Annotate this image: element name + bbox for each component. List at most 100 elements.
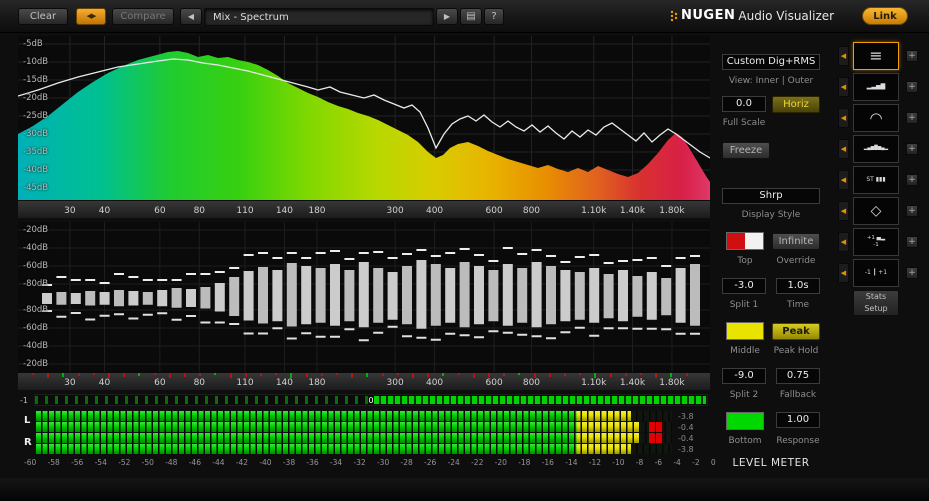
freq-axis-label: 600: [485, 206, 503, 216]
override-label: Override: [776, 256, 816, 266]
help-button[interactable]: ?: [484, 8, 504, 25]
compare-button[interactable]: Compare: [112, 8, 174, 25]
meter-peak-block: [649, 422, 664, 432]
slot-expand-arrow[interactable]: ◀: [838, 170, 849, 190]
slot-add-button[interactable]: +: [906, 267, 918, 279]
display-style-select[interactable]: Shrp: [722, 188, 820, 204]
slot-expand-arrow[interactable]: ◀: [838, 46, 849, 66]
freq-axis-label: 80: [193, 378, 206, 388]
meter-peak-block: [649, 433, 664, 443]
slot-add-button[interactable]: +: [906, 50, 918, 62]
stats-setup-button[interactable]: Stats Setup: [853, 290, 899, 316]
override-button[interactable]: Infinite: [772, 233, 820, 250]
slot-expand-arrow[interactable]: ◀: [838, 201, 849, 221]
bottom-color-swatch[interactable]: [726, 412, 764, 430]
clip-tick: [184, 373, 186, 377]
peak-button[interactable]: Peak: [772, 323, 820, 340]
clip-tick: [503, 373, 506, 376]
split1-value[interactable]: -3.0: [722, 278, 766, 294]
meter-scale-label: -58: [47, 458, 60, 467]
input-mode-select[interactable]: Custom Dig+RMS: [722, 54, 820, 70]
slot-expand-arrow[interactable]: ◀: [838, 232, 849, 252]
clip-tick: [229, 373, 232, 378]
meter-scale-label: -4: [673, 458, 681, 467]
spectrogram-lines-icon: ≡: [869, 46, 883, 65]
clip-tick: [123, 373, 126, 377]
horiz-button[interactable]: Horiz: [772, 96, 820, 113]
slot-bar-spectrum-button[interactable]: ▂▃▅▇: [853, 73, 899, 101]
slot-correlation-history-button[interactable]: +1 ▄▂ -1: [853, 228, 899, 256]
spectrum-analyzer-chart: [18, 36, 710, 200]
meter-bars: [36, 411, 672, 455]
clip-tick: [472, 373, 475, 378]
slot-expand-arrow[interactable]: ◀: [838, 139, 849, 159]
middle-color-swatch[interactable]: [726, 322, 764, 340]
slot-correlation-meter-button[interactable]: -1 ┃ +1: [853, 259, 899, 287]
preset-menu-button[interactable]: ▤: [460, 8, 482, 25]
toolbar: Clear ◀▶ Compare ◀ Mix - Spectrum ▶ ▤ ? …: [0, 0, 929, 33]
slot-vectorscope-button[interactable]: ◇: [853, 197, 899, 225]
slot-add-button[interactable]: +: [906, 205, 918, 217]
preset-next-button[interactable]: ▶: [436, 8, 458, 25]
slot-add-button[interactable]: +: [906, 236, 918, 248]
view-mode-toggle[interactable]: View: Inner | Outer: [718, 76, 824, 86]
meter-readout: -3.8: [678, 412, 694, 421]
response-value[interactable]: 1.00: [776, 412, 820, 428]
clip-tick: [442, 373, 445, 376]
db-axis-label: -60dB: [23, 323, 49, 333]
meter-readout: -3.8: [678, 445, 694, 454]
slot-add-button[interactable]: +: [906, 143, 918, 155]
brand-name: NUGEN: [681, 8, 736, 23]
meter-scale-label: -6: [654, 458, 663, 467]
db-axis-label: -80dB: [23, 305, 49, 315]
display-slot-row: ◀ ▂▃▅▇ +: [836, 73, 928, 101]
swap-arrows-button[interactable]: ◀▶: [76, 8, 106, 25]
display-slot-row: ◀ +1 ▄▂ -1 +: [836, 228, 928, 256]
clear-button[interactable]: Clear: [18, 8, 68, 25]
slot-expand-arrow[interactable]: ◀: [838, 108, 849, 128]
top-color-swatch[interactable]: [726, 232, 764, 250]
slot-stereo-spectrum-button[interactable]: ST ▮▮▮: [853, 166, 899, 194]
meter-scale-label: -36: [306, 458, 319, 467]
meter-scale-label: -42: [235, 458, 249, 467]
display-slots-sidebar: Stats Setup ◀ ≡ + ◀ ▂▃▅▇ + ◀ ◠ + ◀ ▂▄▆█▆▄▂ + ◀ ST ▮▮▮…: [836, 36, 928, 496]
preset-prev-button[interactable]: ◀: [180, 8, 202, 25]
clip-tick: [381, 373, 384, 376]
slot-spectrum-curve-button[interactable]: ◠: [853, 104, 899, 132]
split2-value[interactable]: -9.0: [722, 368, 766, 384]
freq-axis-label: 140: [275, 378, 293, 388]
slot-spectrogram-button[interactable]: ≡: [853, 42, 899, 70]
fallback-value[interactable]: 0.75: [776, 368, 820, 384]
clip-tick: [564, 373, 566, 376]
meter-scale-label: -50: [141, 458, 154, 467]
link-button[interactable]: Link: [862, 7, 908, 25]
meter-scale-label: -22: [471, 458, 484, 467]
full-scale-value[interactable]: 0.0: [722, 96, 766, 112]
freeze-button[interactable]: Freeze: [722, 142, 770, 159]
slot-add-button[interactable]: +: [906, 81, 918, 93]
slot-add-button[interactable]: +: [906, 112, 918, 124]
db-axis-label: -60dB: [23, 261, 49, 271]
meter-scale-label: -28: [400, 458, 413, 467]
preset-name-field[interactable]: Mix - Spectrum: [204, 8, 434, 26]
full-scale-label: Full Scale: [722, 118, 766, 128]
nugen-visualizer-window: Clear ◀▶ Compare ◀ Mix - Spectrum ▶ ▤ ? …: [0, 0, 929, 501]
clip-tick: [138, 373, 141, 376]
time-label: Time: [786, 300, 810, 310]
clip-tick: [153, 373, 156, 375]
clip-tick: [488, 373, 490, 377]
slot-comb-spectrum-button[interactable]: ▂▄▆█▆▄▂: [853, 135, 899, 163]
display-style-label: Display Style: [741, 210, 801, 220]
level-meter-panel: L R -3.8 -0.4 -0.4 -3.8 -60 -58 -56 -54 -52 -50-…: [18, 411, 718, 471]
freq-axis-label: 1.10k: [581, 206, 607, 216]
correlation-zero-label: 0: [368, 396, 374, 405]
clip-tick: [168, 373, 171, 378]
meter-scale-label: -30: [376, 458, 390, 467]
slot-expand-arrow[interactable]: ◀: [838, 263, 849, 283]
time-value[interactable]: 1.0s: [776, 278, 820, 294]
meter-scale-label: -12: [588, 458, 601, 467]
meter-scale-label: -24: [447, 458, 460, 467]
slot-add-button[interactable]: +: [906, 174, 918, 186]
clip-tick: [336, 373, 338, 375]
slot-expand-arrow[interactable]: ◀: [838, 77, 849, 97]
